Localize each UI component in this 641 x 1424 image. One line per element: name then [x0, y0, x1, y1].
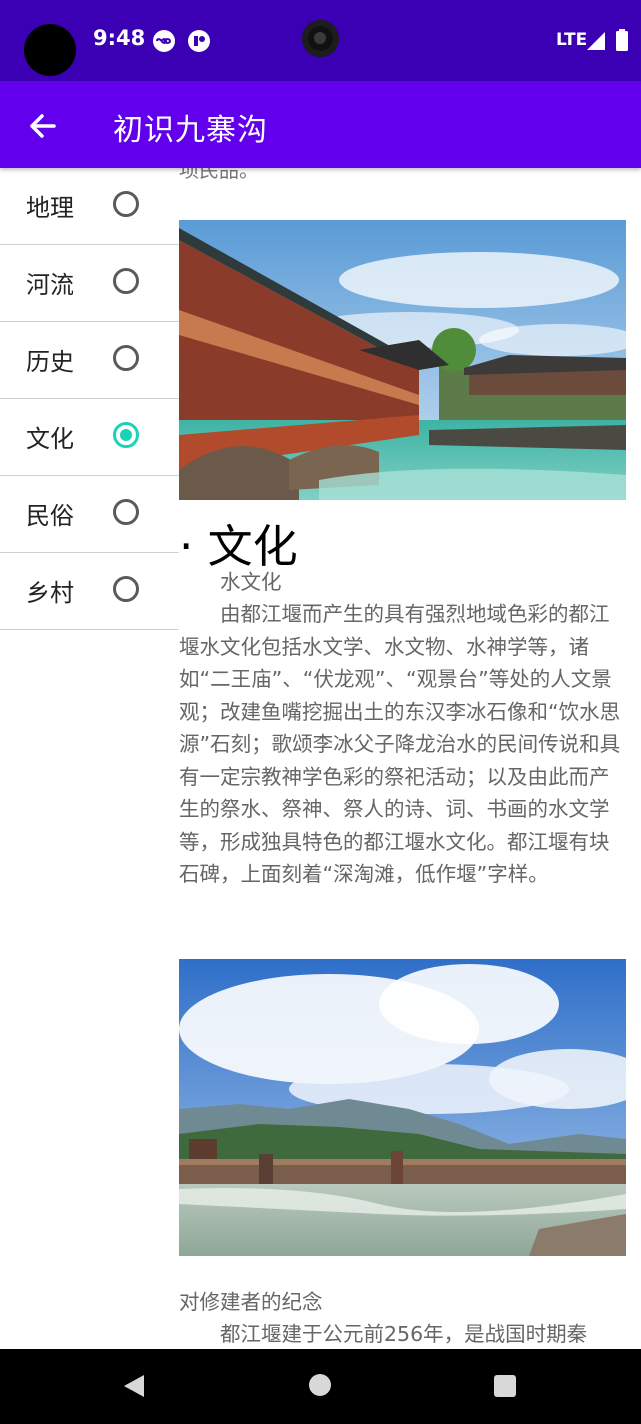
water-culture-paragraph: 由都江堰而产生的具有强烈地域色彩的都江堰水文化包括水文学、水文物、水神学等，诸如… — [179, 602, 621, 886]
sidebar-item-folk-customs[interactable]: 民俗 — [0, 476, 179, 553]
front-camera — [302, 20, 339, 57]
app-notification-icon — [188, 30, 210, 52]
radio-button-selected[interactable] — [113, 422, 139, 448]
category-sidebar: 地理 河流 历史 文化 民俗 乡村 — [0, 168, 179, 630]
system-nav-bar — [0, 1349, 641, 1424]
builders-paragraph: 都江堰建于公元前256年，是战国时期秦 — [179, 1322, 588, 1346]
arrow-left-icon[interactable] — [20, 103, 66, 149]
sidebar-item-label: 民俗 — [26, 502, 74, 530]
radio-button[interactable] — [113, 576, 139, 602]
infinity-app-icon — [153, 30, 175, 52]
page-title: 初识九寨沟 — [113, 113, 268, 148]
cut-off-text: 项民品。 — [179, 168, 259, 182]
article-content[interactable]: 项民品。 · 文化 水文化 由都江堰而产生的具有强烈地域色彩的都江堰水文化包括水… — [179, 168, 626, 1349]
nav-recents-icon[interactable] — [494, 1375, 516, 1397]
bridge-photo — [179, 220, 626, 500]
radio-button[interactable] — [113, 191, 139, 217]
radio-button[interactable] — [113, 345, 139, 371]
sidebar-item-label: 文化 — [26, 425, 74, 453]
sidebar-item-label: 河流 — [26, 271, 74, 299]
sidebar-item-culture[interactable]: 文化 — [0, 399, 179, 476]
status-bar: 9:48 LTE — [0, 0, 641, 81]
sidebar-item-label: 乡村 — [26, 579, 74, 607]
radio-button[interactable] — [113, 499, 139, 525]
sidebar-item-history[interactable]: 历史 — [0, 322, 179, 399]
app-bar: 初识九寨沟 — [0, 81, 641, 168]
signal-icon — [587, 32, 605, 50]
sidebar-item-label: 历史 — [26, 348, 74, 376]
subheading-water-culture: 水文化 — [179, 570, 282, 594]
nav-back-icon[interactable] — [122, 1374, 146, 1398]
sidebar-item-village[interactable]: 乡村 — [0, 553, 179, 630]
sidebar-item-label: 地理 — [26, 194, 74, 222]
network-type: LTE — [556, 30, 588, 50]
weir-photo — [179, 959, 626, 1256]
status-time: 9:48 — [93, 26, 146, 50]
sidebar-item-geography[interactable]: 地理 — [0, 168, 179, 245]
sidebar-item-rivers[interactable]: 河流 — [0, 245, 179, 322]
radio-button[interactable] — [113, 268, 139, 294]
camera-cutout — [24, 24, 76, 76]
battery-icon — [616, 29, 628, 51]
nav-home-icon[interactable] — [309, 1374, 331, 1396]
subheading-builders: 对修建者的纪念 — [179, 1290, 323, 1314]
